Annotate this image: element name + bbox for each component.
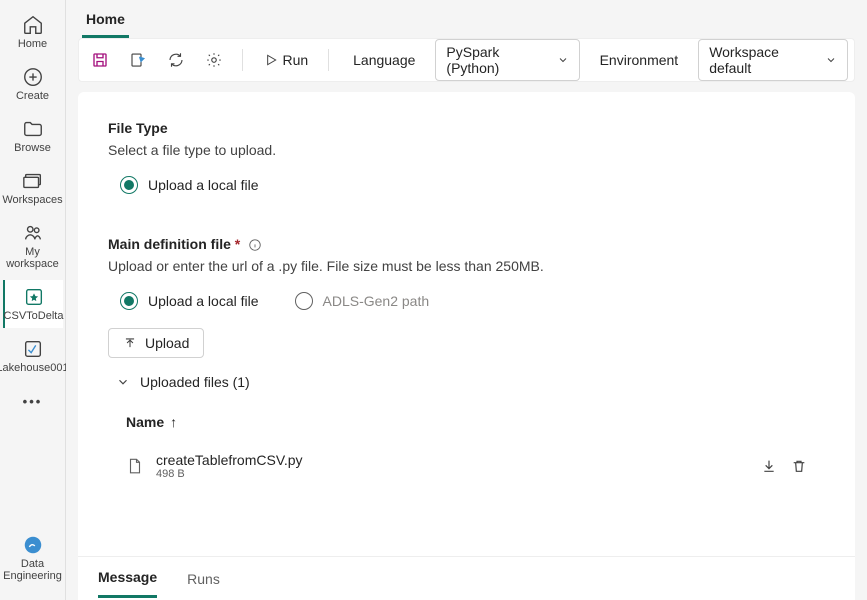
chevron-down-icon: [825, 54, 837, 66]
chevron-down-icon: [116, 375, 130, 389]
main: Home Run Language PySpark (Python) Envir…: [66, 0, 867, 600]
file-type-title: File Type: [108, 120, 825, 136]
upload-label: Upload: [145, 335, 189, 351]
uploaded-files-toggle[interactable]: Uploaded files (1): [116, 374, 825, 390]
sidebar-label: Data Engineering: [3, 558, 63, 582]
spark-icon: [23, 286, 45, 308]
sidebar-label: Browse: [14, 142, 51, 154]
save-button[interactable]: [85, 44, 115, 76]
content: File Type Select a file type to upload. …: [78, 92, 855, 556]
sidebar-item-lakehouse[interactable]: Lakehouse001: [3, 332, 63, 380]
sidebar-item-home[interactable]: Home: [3, 8, 63, 56]
sidebar-label: Workspaces: [2, 194, 62, 206]
radio-label: ADLS-Gen2 path: [323, 293, 430, 309]
main-def-option-local[interactable]: Upload a local file: [120, 292, 259, 310]
bottom-tabs: Message Runs: [78, 556, 855, 600]
sidebar-more[interactable]: •••: [13, 384, 53, 419]
play-icon: [263, 52, 279, 68]
main-def-desc: Upload or enter the url of a .py file. F…: [108, 258, 825, 274]
sidebar-item-my-workspace[interactable]: My workspace: [3, 216, 63, 276]
tab-bar: Home: [66, 0, 867, 38]
run-button[interactable]: Run: [255, 48, 317, 72]
file-size: 498 B: [156, 468, 761, 480]
upload-icon: [123, 336, 137, 350]
sidebar-label: My workspace: [3, 246, 63, 270]
refresh-button[interactable]: [161, 44, 191, 76]
sidebar-label: CSVToDelta: [4, 310, 64, 322]
main-def-option-adls[interactable]: ADLS-Gen2 path: [295, 292, 430, 310]
required-mark: *: [235, 236, 240, 252]
environment-label: Environment: [588, 52, 691, 68]
sidebar-item-csvtodelta[interactable]: CSVToDelta: [3, 280, 63, 328]
workspaces-icon: [22, 170, 44, 192]
radio-label: Upload a local file: [148, 293, 259, 309]
radio-label: Upload a local file: [148, 177, 259, 193]
sidebar-item-browse[interactable]: Browse: [3, 112, 63, 160]
language-value: PySpark (Python): [446, 44, 548, 76]
data-engineering-icon: [22, 534, 44, 556]
my-workspace-icon: [22, 222, 44, 244]
create-icon: [22, 66, 44, 88]
run-label: Run: [283, 52, 309, 68]
bottom-tab-runs[interactable]: Runs: [187, 561, 220, 597]
settings-button[interactable]: [199, 44, 229, 76]
environment-dropdown[interactable]: Workspace default: [698, 39, 848, 81]
tab-home[interactable]: Home: [82, 3, 129, 38]
sidebar-item-data-engineering[interactable]: Data Engineering: [3, 528, 63, 588]
uploaded-files-label: Uploaded files (1): [140, 374, 250, 390]
table-header-name[interactable]: Name ↑: [108, 400, 825, 444]
sidebar-label: Create: [16, 90, 49, 102]
language-label: Language: [341, 52, 427, 68]
radio-unselected-icon: [295, 292, 313, 310]
delete-button[interactable]: [791, 458, 807, 474]
edit-button[interactable]: [123, 44, 153, 76]
more-icon: •••: [23, 394, 43, 409]
file-icon: [126, 457, 144, 475]
radio-selected-icon: [120, 176, 138, 194]
chevron-down-icon: [557, 54, 569, 66]
sidebar-label: Lakehouse001: [0, 362, 69, 374]
folder-icon: [22, 118, 44, 140]
language-dropdown[interactable]: PySpark (Python): [435, 39, 579, 81]
sidebar-label: Home: [18, 38, 47, 50]
file-name: createTablefromCSV.py: [156, 452, 761, 468]
sidebar: Home Create Browse Workspaces My workspa…: [0, 0, 66, 600]
sidebar-item-workspaces[interactable]: Workspaces: [3, 164, 63, 212]
upload-button[interactable]: Upload: [108, 328, 204, 358]
environment-value: Workspace default: [709, 44, 817, 76]
file-type-desc: Select a file type to upload.: [108, 142, 825, 158]
lakehouse-icon: [22, 338, 44, 360]
sort-arrow-icon: ↑: [170, 414, 177, 430]
file-type-option-local[interactable]: Upload a local file: [120, 176, 825, 194]
home-icon: [22, 14, 44, 36]
radio-selected-icon: [120, 292, 138, 310]
info-icon[interactable]: [248, 238, 262, 252]
bottom-tab-message[interactable]: Message: [98, 559, 157, 598]
file-info: createTablefromCSV.py 498 B: [156, 452, 761, 480]
download-button[interactable]: [761, 458, 777, 474]
file-row: createTablefromCSV.py 498 B: [108, 444, 825, 488]
toolbar: Run Language PySpark (Python) Environmen…: [78, 38, 855, 82]
sidebar-item-create[interactable]: Create: [3, 60, 63, 108]
main-def-title: Main definition file *: [108, 236, 825, 252]
